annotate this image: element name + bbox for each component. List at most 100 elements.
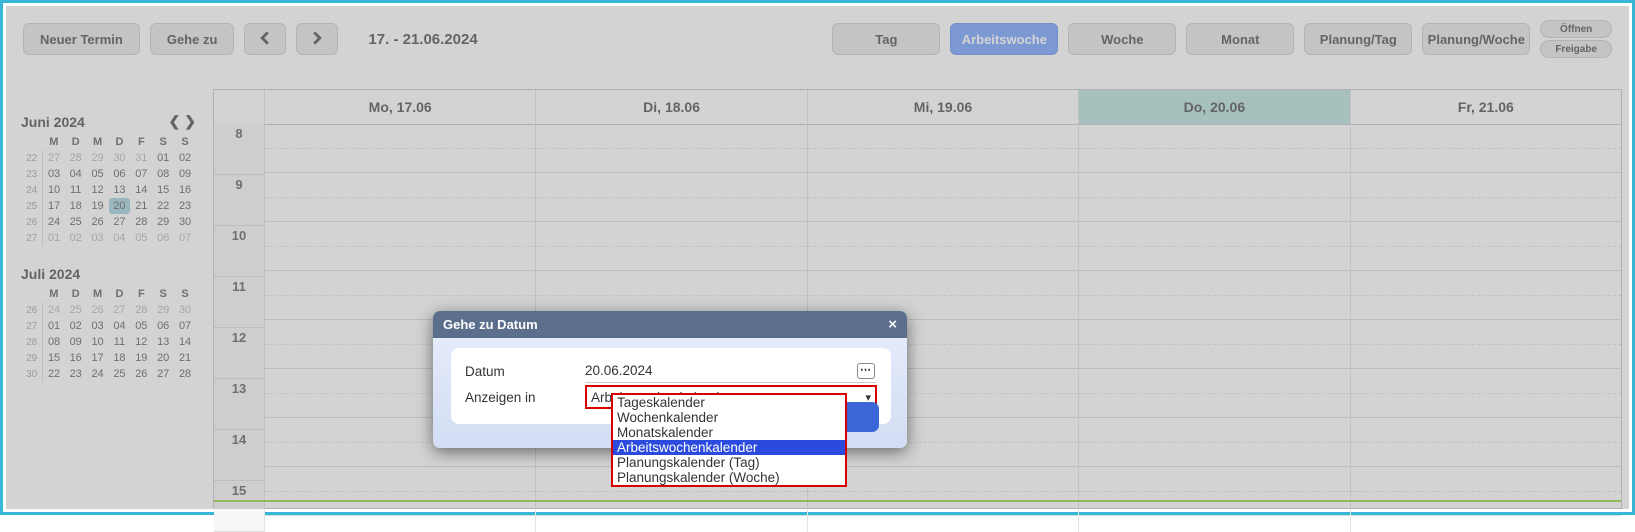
mini-cal-day[interactable]: 29 bbox=[152, 214, 174, 230]
mini-cal-day[interactable]: 16 bbox=[174, 182, 196, 198]
date-input[interactable]: 20.06.2024 ⋯ bbox=[585, 360, 877, 383]
mini-cal-day[interactable]: 04 bbox=[65, 166, 87, 182]
day-header[interactable]: Fr, 21.06 bbox=[1350, 90, 1621, 124]
mini-cal-day[interactable]: 20 bbox=[152, 350, 174, 366]
mini-cal-day[interactable]: 30 bbox=[109, 150, 131, 166]
mini-cal-day[interactable]: 09 bbox=[65, 334, 87, 350]
dropdown-option[interactable]: Arbeitswochenkalender bbox=[613, 440, 845, 455]
mini-cal-day[interactable]: 14 bbox=[130, 182, 152, 198]
mini-cal-day[interactable]: 04 bbox=[109, 230, 131, 246]
mini-cal-day[interactable]: 05 bbox=[130, 230, 152, 246]
mini-cal-day[interactable]: 05 bbox=[130, 318, 152, 334]
mini-cal-day[interactable]: 28 bbox=[65, 150, 87, 166]
mini-cal-day[interactable]: 02 bbox=[65, 230, 87, 246]
dropdown-option[interactable]: Planungskalender (Woche) bbox=[613, 470, 845, 485]
mini-cal-day[interactable]: 01 bbox=[43, 230, 65, 246]
mini-cal-day[interactable]: 23 bbox=[174, 198, 196, 214]
open-button[interactable]: Öffnen bbox=[1540, 20, 1612, 38]
mini-cal-day[interactable]: 17 bbox=[43, 198, 65, 214]
mini-cal-day[interactable]: 27 bbox=[109, 302, 131, 318]
date-picker-icon[interactable]: ⋯ bbox=[857, 363, 875, 379]
goto-button[interactable]: Gehe zu bbox=[150, 23, 235, 55]
dropdown-option[interactable]: Tageskalender bbox=[613, 395, 845, 410]
mini-cal-day[interactable]: 24 bbox=[43, 214, 65, 230]
mini-cal-day[interactable]: 25 bbox=[65, 302, 87, 318]
mini-cal-day[interactable]: 03 bbox=[43, 166, 65, 182]
next-week-button[interactable] bbox=[296, 23, 338, 55]
mini-cal-day[interactable]: 12 bbox=[87, 182, 109, 198]
day-header[interactable]: Di, 18.06 bbox=[535, 90, 806, 124]
mini-cal-day[interactable]: 02 bbox=[65, 318, 87, 334]
mini-cal-day[interactable]: 26 bbox=[130, 366, 152, 382]
mini-cal-day[interactable]: 23 bbox=[65, 366, 87, 382]
mini-cal-day[interactable]: 28 bbox=[174, 366, 196, 382]
mini-cal-next-button[interactable]: ❯ bbox=[184, 113, 196, 130]
mini-cal-day[interactable]: 24 bbox=[87, 366, 109, 382]
mini-cal-day[interactable]: 17 bbox=[87, 350, 109, 366]
view-month-button[interactable]: Monat bbox=[1186, 23, 1294, 55]
mini-cal-day[interactable]: 18 bbox=[109, 350, 131, 366]
mini-cal-day[interactable]: 16 bbox=[65, 350, 87, 366]
mini-cal-day[interactable]: 08 bbox=[152, 166, 174, 182]
mini-cal-day[interactable]: 27 bbox=[152, 366, 174, 382]
mini-cal-day[interactable]: 09 bbox=[174, 166, 196, 182]
mini-cal-day[interactable]: 01 bbox=[43, 318, 65, 334]
mini-cal-day[interactable]: 07 bbox=[174, 230, 196, 246]
mini-cal-day[interactable]: 13 bbox=[109, 182, 131, 198]
mini-cal-day[interactable]: 06 bbox=[152, 318, 174, 334]
mini-cal-day[interactable]: 22 bbox=[43, 366, 65, 382]
mini-cal-day[interactable]: 22 bbox=[152, 198, 174, 214]
mini-cal-day[interactable]: 31 bbox=[130, 150, 152, 166]
mini-cal-day[interactable]: 12 bbox=[130, 334, 152, 350]
release-button[interactable]: Freigabe bbox=[1540, 40, 1612, 58]
mini-cal-day[interactable]: 26 bbox=[87, 302, 109, 318]
mini-cal-day[interactable]: 25 bbox=[109, 366, 131, 382]
mini-cal-day[interactable]: 20 bbox=[109, 198, 131, 214]
mini-cal-day[interactable]: 15 bbox=[152, 182, 174, 198]
mini-cal-day[interactable]: 04 bbox=[109, 318, 131, 334]
mini-cal-day[interactable]: 06 bbox=[152, 230, 174, 246]
mini-cal-day[interactable]: 10 bbox=[87, 334, 109, 350]
mini-cal-day[interactable]: 01 bbox=[152, 150, 174, 166]
day-column[interactable] bbox=[1078, 124, 1349, 532]
day-header[interactable]: Mo, 17.06 bbox=[264, 90, 535, 124]
prev-week-button[interactable] bbox=[244, 23, 286, 55]
dropdown-option[interactable]: Planungskalender (Tag) bbox=[613, 455, 845, 470]
mini-cal-day[interactable]: 15 bbox=[43, 350, 65, 366]
mini-cal-day[interactable]: 29 bbox=[87, 150, 109, 166]
mini-cal-day[interactable]: 07 bbox=[174, 318, 196, 334]
view-workweek-button[interactable]: Arbeitswoche bbox=[950, 23, 1058, 55]
mini-cal-day[interactable]: 25 bbox=[65, 214, 87, 230]
new-appointment-button[interactable]: Neuer Termin bbox=[23, 23, 140, 55]
mini-cal-prev-button[interactable]: ❮ bbox=[169, 113, 181, 130]
mini-cal-day[interactable]: 06 bbox=[109, 166, 131, 182]
view-week-button[interactable]: Woche bbox=[1068, 23, 1176, 55]
mini-cal-day[interactable]: 27 bbox=[109, 214, 131, 230]
mini-cal-day[interactable]: 03 bbox=[87, 230, 109, 246]
mini-cal-day[interactable]: 11 bbox=[109, 334, 131, 350]
day-header[interactable]: Mi, 19.06 bbox=[807, 90, 1078, 124]
mini-cal-day[interactable]: 30 bbox=[174, 302, 196, 318]
mini-cal-day[interactable]: 28 bbox=[130, 214, 152, 230]
mini-cal-day[interactable]: 13 bbox=[152, 334, 174, 350]
view-plan-week-button[interactable]: Planung/Woche bbox=[1422, 23, 1530, 55]
mini-cal-day[interactable]: 19 bbox=[87, 198, 109, 214]
day-header[interactable]: Do, 20.06 bbox=[1078, 90, 1349, 124]
mini-cal-day[interactable]: 30 bbox=[174, 214, 196, 230]
mini-cal-day[interactable]: 11 bbox=[65, 182, 87, 198]
dropdown-option[interactable]: Wochenkalender bbox=[613, 410, 845, 425]
mini-cal-day[interactable]: 19 bbox=[130, 350, 152, 366]
mini-cal-day[interactable]: 14 bbox=[174, 334, 196, 350]
dialog-close-button[interactable]: × bbox=[888, 316, 897, 333]
mini-cal-day[interactable]: 07 bbox=[130, 166, 152, 182]
dropdown-option[interactable]: Monatskalender bbox=[613, 425, 845, 440]
view-plan-day-button[interactable]: Planung/Tag bbox=[1304, 23, 1412, 55]
mini-cal-day[interactable]: 08 bbox=[43, 334, 65, 350]
mini-cal-day[interactable]: 21 bbox=[174, 350, 196, 366]
view-day-button[interactable]: Tag bbox=[832, 23, 940, 55]
mini-cal-day[interactable]: 03 bbox=[87, 318, 109, 334]
mini-cal-day[interactable]: 28 bbox=[130, 302, 152, 318]
mini-cal-day[interactable]: 21 bbox=[130, 198, 152, 214]
mini-cal-day[interactable]: 02 bbox=[174, 150, 196, 166]
mini-cal-day[interactable]: 29 bbox=[152, 302, 174, 318]
